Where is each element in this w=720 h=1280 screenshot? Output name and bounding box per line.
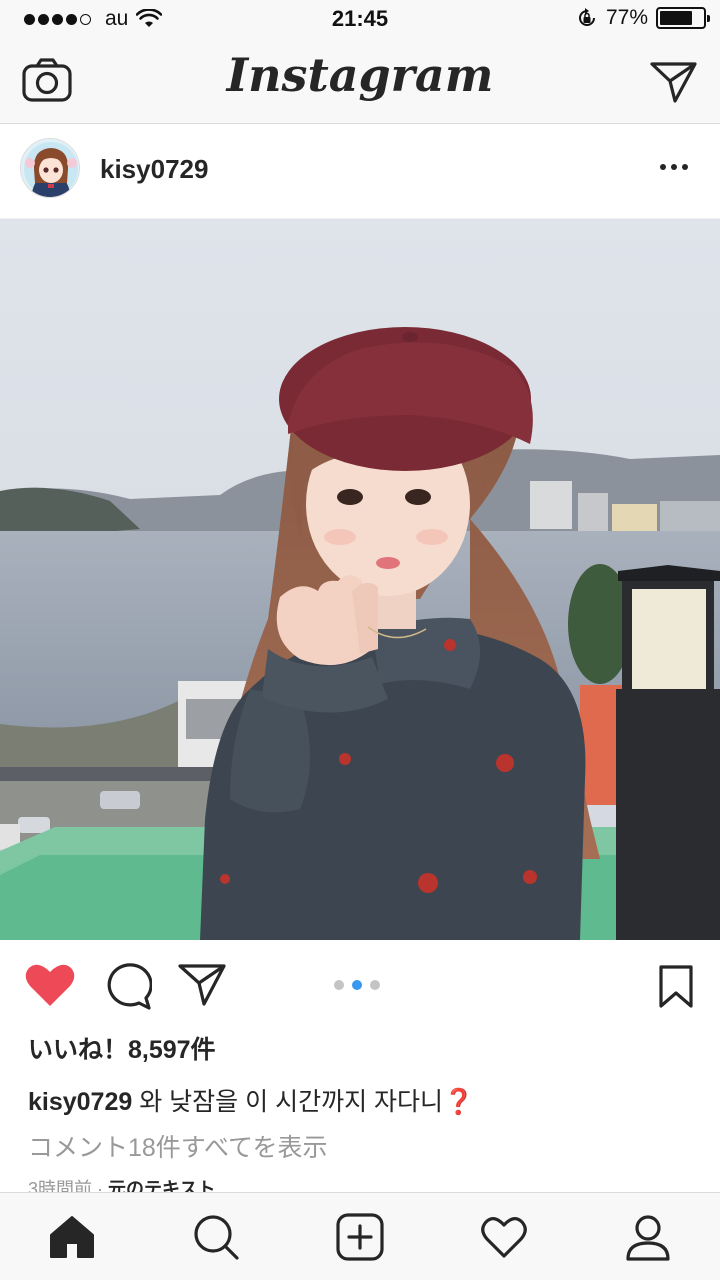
comment-icon[interactable] <box>102 962 153 1010</box>
status-left: au <box>24 7 163 31</box>
direct-message-icon[interactable] <box>650 60 698 104</box>
battery-percent: 77% <box>605 6 648 29</box>
new-post-icon[interactable] <box>336 1213 384 1261</box>
home-icon[interactable] <box>48 1213 96 1261</box>
post-header: kisy0729 <box>0 124 720 219</box>
status-right: 77% <box>576 6 710 30</box>
app-logo: Instagram <box>226 48 494 102</box>
orientation-lock-icon <box>578 8 595 26</box>
action-bar <box>0 940 720 1032</box>
search-icon[interactable] <box>192 1213 240 1261</box>
carousel-dot <box>370 980 380 990</box>
likes-count[interactable]: いいね！8,597件 <box>28 1030 216 1066</box>
top-nav: Instagram <box>0 40 720 124</box>
carrier-label: au <box>105 7 129 30</box>
bottom-tab-bar <box>0 1192 720 1280</box>
caption: kisy0729 와 낮잠을 이 시간까지 자다니❓ <box>28 1082 474 1118</box>
status-bar: au 21:45 77% <box>0 0 720 40</box>
carousel-indicator <box>334 980 380 990</box>
wifi-icon <box>136 9 163 27</box>
bookmark-icon[interactable] <box>658 964 694 1010</box>
camera-icon[interactable] <box>22 58 72 104</box>
view-all-comments-link[interactable]: コメント18件すべてを表示 <box>28 1128 328 1164</box>
carousel-dot <box>334 980 344 990</box>
like-heart-icon[interactable] <box>24 962 76 1008</box>
caption-username[interactable]: kisy0729 <box>28 1088 132 1116</box>
carousel-dot-active <box>352 980 362 990</box>
more-options-icon[interactable] <box>660 160 694 174</box>
profile-icon[interactable] <box>624 1213 672 1261</box>
battery-fill <box>660 11 693 25</box>
signal-dots-icon <box>24 13 91 25</box>
post-username[interactable]: kisy0729 <box>100 154 208 185</box>
share-direct-icon[interactable] <box>178 962 228 1008</box>
avatar[interactable] <box>20 138 80 198</box>
post-photo[interactable] <box>0 219 720 940</box>
activity-icon[interactable] <box>480 1213 528 1261</box>
caption-text: 와 낮잠을 이 시간까지 자다니❓ <box>132 1088 475 1116</box>
battery-icon <box>656 7 710 29</box>
